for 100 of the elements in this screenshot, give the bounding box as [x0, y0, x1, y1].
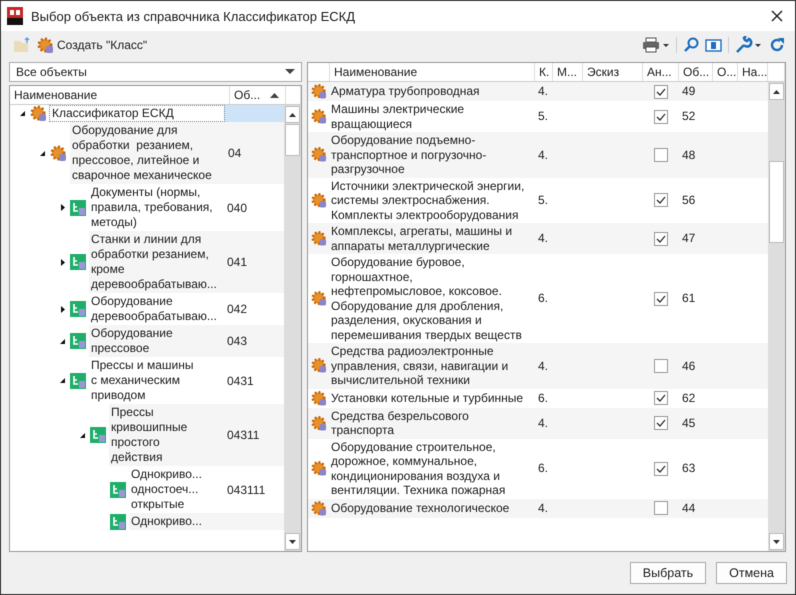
- scroll-thumb[interactable]: [285, 124, 300, 156]
- tree-item[interactable]: Однокриво... одностоеч... открытые 043111: [129, 466, 284, 513]
- gear-icon: [311, 290, 327, 307]
- table-cell: Средства радиоэлектронные управления, связи, навигации и вычислительной техники: [331, 344, 508, 387]
- expander-icon[interactable]: [18, 110, 26, 117]
- tree-item[interactable]: Оборудование для обработки резанием, прессовое, литейное и сварочное механическое 04: [70, 122, 284, 184]
- checkbox[interactable]: [654, 148, 668, 162]
- expander-icon[interactable]: [58, 306, 66, 312]
- scroll-up-icon[interactable]: [773, 90, 780, 94]
- gear-icon: [311, 357, 327, 374]
- gear-icon: [311, 192, 327, 209]
- item-code: 043111: [226, 482, 266, 496]
- tree-item[interactable]: Оборудование прессовое 043: [89, 325, 284, 357]
- tree-item[interactable]: Прессы кривошипные простого действия 04311: [109, 404, 284, 466]
- gear-icon: [311, 500, 327, 516]
- checkbox[interactable]: [654, 193, 668, 208]
- gear-icon: [30, 105, 47, 122]
- table-cell: 4.: [538, 358, 548, 372]
- item-name: Прессы кривошипные простого действия: [110, 405, 188, 465]
- close-icon[interactable]: [771, 10, 783, 22]
- expander-icon[interactable]: [58, 338, 66, 344]
- gear-icon: [37, 36, 54, 54]
- checkbox[interactable]: [654, 462, 668, 476]
- expander-icon[interactable]: [58, 258, 66, 266]
- tree-item[interactable]: Однокриво...: [129, 513, 284, 530]
- column-header[interactable]: Об...: [230, 86, 286, 104]
- table-cell: Средства безрельсового транспорта: [331, 408, 469, 437]
- table-cell: Источники электрической энергии, системы электроснабжения. Комплекты электрооборудования: [331, 178, 524, 222]
- filter-dropdown[interactable]: Все объекты: [9, 62, 302, 82]
- table-cell: 4.: [538, 148, 548, 162]
- column-header[interactable]: Эскиз: [583, 63, 643, 81]
- scroll-down-icon[interactable]: [773, 540, 780, 544]
- item-name: Оборудование для обработки резанием, прессовое, литейное и сварочное механическое: [71, 123, 213, 183]
- caret-icon: [285, 69, 296, 75]
- column-header[interactable]: К.: [535, 63, 553, 81]
- expander-icon[interactable]: [38, 150, 46, 156]
- table-cell: Оборудование технологическое: [331, 500, 510, 515]
- table-cell: 4.: [538, 500, 548, 515]
- scrollbar[interactable]: [768, 82, 785, 551]
- column-header[interactable]: Ан...: [643, 63, 679, 81]
- table-cell: 48: [682, 148, 696, 162]
- tree-item[interactable]: Станки и линии для обработки резанием, кроме деревообрабатываю... 041: [89, 231, 284, 293]
- table-cell: Установки котельные и турбинные: [331, 390, 524, 405]
- window-title: Выбор объекта из справочника Классификатор ЕСКД: [31, 8, 356, 24]
- item-code: 041: [226, 255, 248, 269]
- printer-icon[interactable]: [642, 37, 670, 53]
- gear-icon: [311, 230, 327, 247]
- wrench-icon[interactable]: [735, 36, 763, 54]
- class-icon: [110, 482, 126, 498]
- tree-item[interactable]: Классификатор ЕСКД: [50, 105, 284, 122]
- table-cell: Оборудование строительное, дорожное, коммунальное, кондиционирования воздуха и вентиляции. Техника пожарная: [331, 440, 506, 497]
- column-header[interactable]: Наименование: [10, 86, 230, 104]
- checkbox[interactable]: [654, 84, 668, 98]
- item-code: 04311: [226, 428, 260, 442]
- column-header[interactable]: Наименование: [330, 63, 535, 81]
- table-cell: 6.: [538, 291, 548, 306]
- table-cell: 52: [682, 109, 696, 124]
- item-code: 042: [226, 302, 248, 316]
- gear-icon: [311, 414, 327, 432]
- scroll-up-icon[interactable]: [289, 112, 296, 116]
- expander-icon[interactable]: [58, 377, 66, 384]
- table-cell: Комплексы, агрегаты, машины и аппараты металлургические: [331, 224, 512, 252]
- table-cell: 62: [682, 390, 696, 405]
- column-header[interactable]: На...: [738, 63, 768, 81]
- checkbox[interactable]: [654, 501, 668, 515]
- scrollbar[interactable]: [284, 105, 302, 551]
- checkbox[interactable]: [654, 232, 668, 246]
- column-header[interactable]: М...: [553, 63, 583, 81]
- class-icon: [70, 333, 86, 349]
- cancel-button[interactable]: Отмена: [716, 562, 787, 584]
- gear-icon: [311, 108, 327, 125]
- select-button[interactable]: Выбрать: [630, 562, 706, 584]
- tree-item[interactable]: Документы (нормы, правила, требования, методы) 040: [89, 184, 284, 231]
- create-class-button[interactable]: Создать "Класс": [37, 36, 148, 54]
- expander-icon[interactable]: [58, 204, 66, 211]
- item-name: Прессы и машины с механическим приводом: [90, 358, 194, 403]
- refresh-icon[interactable]: [769, 37, 785, 53]
- table-cell: 5.: [538, 109, 548, 124]
- item-name: Станки и линии для обработки резанием, кроме деревообрабатываю...: [90, 232, 218, 292]
- table-cell: 61: [682, 291, 696, 306]
- class-icon: [70, 301, 86, 317]
- search-icon[interactable]: [683, 37, 699, 53]
- checkbox[interactable]: [654, 416, 668, 430]
- tree-item[interactable]: Прессы и машины с механическим приводом 0431: [89, 357, 284, 404]
- scroll-thumb[interactable]: [769, 161, 784, 243]
- checkbox[interactable]: [654, 358, 668, 373]
- gear-icon: [311, 83, 327, 100]
- scroll-down-icon[interactable]: [289, 540, 296, 544]
- expander-icon[interactable]: [78, 432, 86, 438]
- item-code: 04: [227, 146, 242, 160]
- checkbox[interactable]: [654, 391, 668, 405]
- column-header[interactable]: Об...: [679, 63, 713, 81]
- columns-icon[interactable]: [705, 38, 722, 52]
- checkbox[interactable]: [654, 110, 668, 124]
- table-cell: 46: [682, 358, 696, 372]
- table-cell: 45: [682, 416, 696, 430]
- checkbox[interactable]: [654, 292, 668, 306]
- column-header[interactable]: О...: [713, 63, 738, 81]
- item-name: Документы (нормы, правила, требования, методы): [90, 185, 214, 230]
- app-icon: [7, 7, 23, 25]
